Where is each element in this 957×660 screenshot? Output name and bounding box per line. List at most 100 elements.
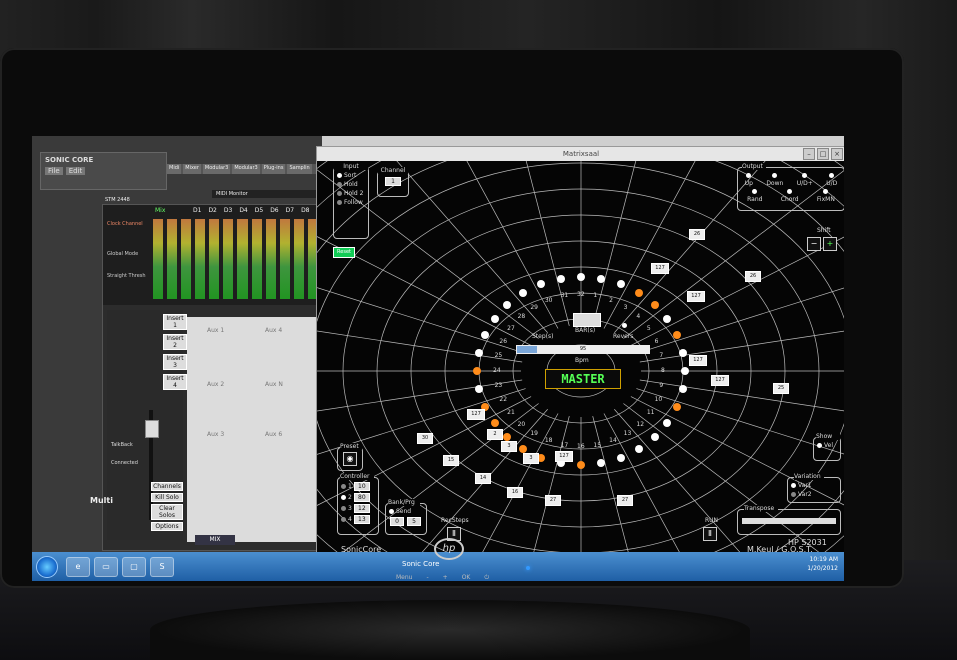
- maximize-icon[interactable]: □: [817, 148, 829, 160]
- velocity-box[interactable]: 127: [555, 451, 573, 462]
- midi-monitor-bar[interactable]: MIDI Monitor: [212, 190, 316, 198]
- step-dot[interactable]: [616, 280, 625, 289]
- output-up[interactable]: Up: [745, 180, 753, 187]
- active-app-label[interactable]: Sonic Core: [402, 560, 439, 568]
- step-dot[interactable]: [681, 367, 689, 375]
- input-follow[interactable]: Follow: [337, 199, 365, 206]
- output-fixmn[interactable]: FixMN: [817, 196, 835, 203]
- value-box[interactable]: 26: [689, 229, 705, 240]
- input-hold-2[interactable]: Hold 2: [337, 190, 365, 197]
- output-ud-plus[interactable]: U/D+: [797, 180, 813, 187]
- insert-4[interactable]: Insert 4: [163, 374, 187, 390]
- step-dot[interactable]: [480, 331, 489, 340]
- monitor-plus-button[interactable]: +: [443, 574, 448, 582]
- channel-value[interactable]: 1: [385, 177, 401, 186]
- monitor-minus-button[interactable]: -: [426, 574, 428, 582]
- value-box[interactable]: 3: [523, 453, 539, 464]
- prg-value[interactable]: 5: [407, 517, 421, 526]
- controller-value[interactable]: 10: [353, 482, 370, 491]
- input-sort[interactable]: Sort: [337, 172, 365, 179]
- folder-icon[interactable]: ▭: [94, 557, 118, 577]
- value-box[interactable]: 2: [487, 429, 503, 440]
- window-icon[interactable]: ▢: [122, 557, 146, 577]
- bpm-slider[interactable]: 95: [516, 345, 650, 354]
- output-ud[interactable]: U/D: [826, 180, 837, 187]
- minimize-icon[interactable]: –: [803, 148, 815, 160]
- tab-modular-1[interactable]: Modular3: [202, 164, 231, 174]
- channels-button[interactable]: Channels: [151, 482, 183, 491]
- controller-row[interactable]: 3 12: [341, 504, 375, 513]
- controller-value[interactable]: 12: [353, 504, 370, 513]
- bars-value[interactable]: [573, 313, 601, 327]
- transpose-slider[interactable]: [742, 518, 836, 524]
- velocity-box[interactable]: 127: [687, 291, 705, 302]
- step-dot[interactable]: [577, 273, 585, 281]
- revers-toggle[interactable]: [622, 323, 627, 328]
- monitor-menu-button[interactable]: Menu: [396, 574, 412, 582]
- step-dot[interactable]: [679, 348, 687, 357]
- clear-solos-button[interactable]: Clear Solos: [151, 504, 183, 520]
- value-box[interactable]: 16: [507, 487, 523, 498]
- show-vel[interactable]: Vel: [817, 442, 837, 449]
- step-dot[interactable]: [673, 402, 682, 411]
- close-icon[interactable]: ×: [831, 148, 843, 160]
- monitor-power-button[interactable]: ⏻: [484, 574, 489, 582]
- step-dot[interactable]: [650, 433, 659, 442]
- preset-button[interactable]: ◉: [343, 452, 357, 466]
- insert-3[interactable]: Insert 3: [163, 354, 187, 370]
- velocity-box[interactable]: 127: [711, 375, 729, 386]
- options-button[interactable]: Options: [151, 522, 183, 531]
- value-box[interactable]: 15: [443, 455, 459, 466]
- insert-1[interactable]: Insert 1: [163, 314, 187, 330]
- menu-file[interactable]: File: [45, 167, 63, 175]
- step-dot[interactable]: [634, 288, 643, 297]
- bank-value[interactable]: 0: [390, 517, 404, 526]
- controller-row[interactable]: 4 13: [341, 515, 375, 524]
- variation-var2[interactable]: Var2: [791, 491, 837, 498]
- input-hold[interactable]: Hold: [337, 181, 365, 188]
- tab-mixer[interactable]: Mixer: [183, 164, 201, 174]
- output-chord[interactable]: Chord: [781, 196, 799, 203]
- velocity-box[interactable]: 127: [651, 263, 669, 274]
- value-box[interactable]: 25: [773, 383, 789, 394]
- output-rand[interactable]: Rand: [747, 196, 762, 203]
- monitor-ok-button[interactable]: OK: [462, 574, 471, 582]
- kill-solo-button[interactable]: Kill Solo: [151, 493, 183, 502]
- step-dot[interactable]: [634, 445, 643, 454]
- step-dot[interactable]: [556, 274, 565, 283]
- step-dot[interactable]: [503, 300, 512, 309]
- value-box[interactable]: 26: [745, 271, 761, 282]
- step-dot[interactable]: [650, 300, 659, 309]
- start-button[interactable]: [36, 556, 58, 578]
- value-box[interactable]: 27: [617, 495, 633, 506]
- step-dot[interactable]: [519, 288, 528, 297]
- velocity-box[interactable]: 127: [689, 355, 707, 366]
- controller-row[interactable]: 2 80: [341, 493, 375, 502]
- shift-minus-button[interactable]: −: [807, 237, 821, 251]
- step-dot[interactable]: [616, 453, 625, 462]
- step-dot[interactable]: [490, 314, 499, 323]
- value-box[interactable]: 3: [501, 441, 517, 452]
- master-button[interactable]: MASTER: [545, 369, 621, 389]
- variation-var1[interactable]: Var1: [791, 482, 837, 489]
- step-dot[interactable]: [474, 348, 483, 357]
- controller-value[interactable]: 80: [353, 493, 370, 502]
- run-button[interactable]: Ⅱ: [703, 527, 717, 541]
- value-box[interactable]: 30: [417, 433, 433, 444]
- send-toggle[interactable]: Send: [389, 508, 423, 515]
- step-dot[interactable]: [577, 461, 585, 469]
- soniccore-taskbar-icon[interactable]: S: [150, 557, 174, 577]
- ie-icon[interactable]: e: [66, 557, 90, 577]
- output-down[interactable]: Down: [766, 180, 783, 187]
- mix-button[interactable]: MIX: [195, 535, 235, 545]
- insert-2[interactable]: Insert 2: [163, 334, 187, 350]
- tab-modular-2[interactable]: Modular3: [232, 164, 260, 174]
- controller-row[interactable]: 1 10: [341, 482, 375, 491]
- value-box[interactable]: 27: [545, 495, 561, 506]
- controller-value[interactable]: 13: [353, 515, 370, 524]
- fader-handle[interactable]: [145, 420, 159, 438]
- velocity-box[interactable]: 127: [467, 409, 485, 420]
- tab-samplin[interactable]: Samplin: [287, 164, 312, 174]
- talkback-label[interactable]: TalkBack: [111, 442, 133, 448]
- tab-midi[interactable]: Midi: [167, 164, 182, 174]
